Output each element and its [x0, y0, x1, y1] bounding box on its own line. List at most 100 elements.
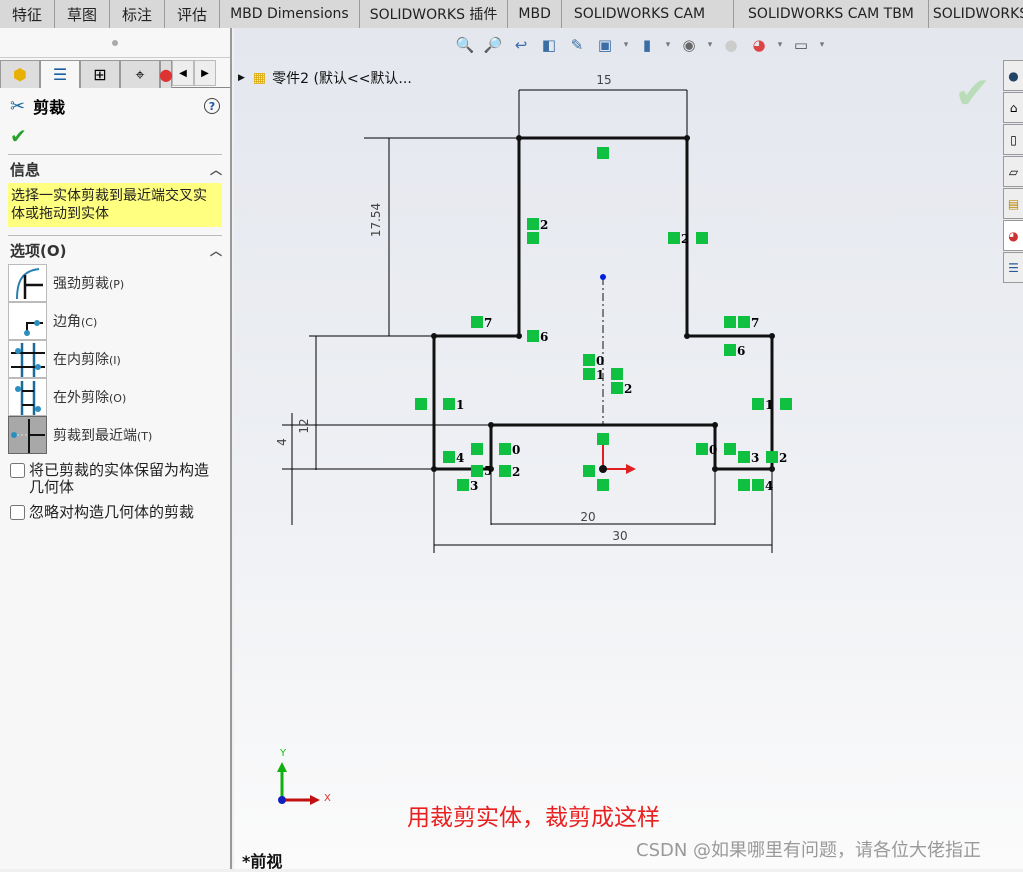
relation-glyph[interactable] [527, 232, 539, 244]
tab-sketch[interactable]: 草图 [55, 0, 111, 28]
relation-glyph[interactable] [696, 443, 708, 455]
relation-glyph[interactable] [583, 354, 595, 366]
relation-glyph[interactable] [696, 232, 708, 244]
relation-glyph[interactable] [471, 443, 483, 455]
keep-trimmed-construction-checkbox[interactable]: 将已剪裁的实体保留为构造几何体 [8, 462, 222, 496]
relation-glyph[interactable] [443, 451, 455, 463]
sketch-canvas[interactable]: 15 17.54 12 4 20 30 2 2 7 6 7 6 0 1 2 1 … [234, 28, 1023, 869]
option-trim-to-closest[interactable]: 剪裁到最近端(T) [8, 416, 222, 454]
relation-label: 3 [470, 479, 478, 493]
tab-evaluate[interactable]: 评估 [165, 0, 221, 28]
relation-label: 0 [596, 354, 604, 368]
relation-glyph[interactable] [738, 479, 750, 491]
sketch-profile[interactable] [432, 136, 774, 471]
relation-label: 4 [765, 479, 773, 493]
relation-glyph[interactable] [738, 451, 750, 463]
dim-top-width[interactable]: 15 [596, 73, 611, 87]
dim-inner-width[interactable]: 20 [580, 510, 595, 524]
feature-manager-tab[interactable]: ⬢ [0, 60, 40, 88]
relation-label: 4 [456, 451, 464, 465]
help-button[interactable]: ? [204, 98, 220, 114]
option-key: (P) [109, 278, 125, 291]
collapse-icon[interactable]: ︿ [210, 161, 222, 178]
checkbox[interactable] [10, 463, 25, 478]
relation-glyph[interactable] [583, 368, 595, 380]
scroll-left-button[interactable]: ◀ [172, 60, 194, 86]
tab-solidworks-cam[interactable]: SOLIDWORKS CAM [561, 0, 735, 28]
property-manager: ⬢ ☰ ⊞ ⌖ ● ◀ ▶ ✂ 剪裁 ? ✔ 信息 ︿ 选择一实体剪裁到最近端交叉… [0, 28, 232, 869]
relation-glyph[interactable] [471, 316, 483, 328]
relation-glyph[interactable] [611, 368, 623, 380]
relation-label: 7 [751, 316, 759, 330]
option-label: 剪裁到最近端 [53, 428, 137, 444]
dimxpert-tab[interactable]: ⌖ [120, 60, 160, 88]
property-manager-tab[interactable]: ☰ [40, 60, 80, 88]
view-name: *前视 [242, 852, 283, 871]
collapse-icon[interactable]: ︿ [210, 242, 222, 259]
relation-glyph[interactable] [724, 316, 736, 328]
arrow-right-icon: ▶ [201, 67, 209, 79]
panel-title: 剪裁 [33, 98, 66, 117]
relation-glyph[interactable] [527, 330, 539, 342]
relation-glyph[interactable] [738, 316, 750, 328]
scroll-right-button[interactable]: ▶ [194, 60, 216, 86]
ignore-construction-checkbox[interactable]: 忽略对构造几何体的剪裁 [8, 504, 222, 521]
dim-mid-height[interactable]: 12 [297, 418, 311, 433]
tab-mbd-dimensions[interactable]: MBD Dimensions [220, 0, 360, 28]
relation-glyph[interactable] [780, 398, 792, 410]
crosshair-icon: ⌖ [135, 64, 145, 84]
tab-solidworks-addins[interactable]: SOLIDWORKS 插件 [359, 0, 509, 28]
checkbox-label: 忽略对构造几何体的剪裁 [29, 503, 195, 521]
relation-glyph[interactable] [597, 433, 609, 445]
tab-markup[interactable]: 标注 [110, 0, 166, 28]
dim-low-height[interactable]: 4 [275, 438, 289, 446]
dimension-lines [282, 89, 773, 553]
dim-upper-height[interactable]: 17.54 [369, 203, 383, 237]
relation-glyph[interactable] [499, 443, 511, 455]
x-axis-label: X [324, 793, 331, 804]
trim-outside-icon [8, 378, 47, 416]
relation-glyph[interactable] [527, 218, 539, 230]
option-trim-away-inside[interactable]: 在内剪除(I) [8, 340, 222, 378]
tab-features[interactable]: 特征 [0, 0, 56, 28]
tab-mbd[interactable]: MBD [508, 0, 562, 28]
list-icon: ☰ [52, 65, 68, 84]
option-power-trim[interactable]: 强劲剪裁(P) [8, 264, 222, 302]
tab-solidworks-cam-tbm[interactable]: SOLIDWORKS CAM TBM [734, 0, 929, 28]
relation-glyph[interactable] [415, 398, 427, 410]
configuration-manager-tab[interactable]: ⊞ [80, 60, 120, 88]
relation-label: 1 [456, 398, 464, 412]
ok-button[interactable]: ✔ [0, 124, 230, 154]
relation-glyph[interactable] [668, 232, 680, 244]
relation-glyph[interactable] [499, 465, 511, 477]
centerline-endpoint[interactable] [600, 274, 606, 280]
relation-glyph[interactable] [724, 443, 736, 455]
option-corner[interactable]: 边角(C) [8, 302, 222, 340]
option-key: (C) [81, 316, 98, 329]
relation-glyph[interactable] [457, 479, 469, 491]
option-label: 边角 [53, 314, 81, 330]
dim-total-width[interactable]: 30 [612, 529, 627, 543]
info-section: 信息 ︿ 选择一实体剪裁到最近端交叉实体或拖动到实体 [8, 154, 222, 227]
relation-glyph[interactable] [611, 382, 623, 394]
relation-glyph[interactable] [597, 479, 609, 491]
checkbox[interactable] [10, 505, 25, 520]
y-axis-label: Y [279, 748, 287, 759]
option-trim-away-outside[interactable]: 在外剪除(O) [8, 378, 222, 416]
relation-glyph[interactable] [752, 479, 764, 491]
graphics-area[interactable]: 🔍 🔎 ↩ ◧ ✎ ▣ ▾ ▮ ▾ ◉ ▾ ● ◕ ▾ ▭ ▾ ▶ ▦ 零件2 (默认<<… [234, 28, 1023, 871]
relation-label: 2 [779, 451, 787, 465]
relation-label: 2 [624, 382, 632, 396]
relation-glyph[interactable] [443, 398, 455, 410]
relation-glyph[interactable] [597, 147, 609, 159]
option-label: 在内剪除 [53, 352, 109, 368]
relation-glyph[interactable] [724, 344, 736, 356]
tab-solidworks-inspection[interactable]: SOLIDWORKS In [928, 0, 1023, 28]
relation-glyph[interactable] [752, 398, 764, 410]
relation-glyph[interactable] [471, 465, 483, 477]
display-manager-tab[interactable]: ● [159, 60, 173, 88]
panel-grip[interactable] [0, 28, 230, 58]
relation-label: 6 [540, 330, 548, 344]
relation-glyph[interactable] [583, 465, 595, 477]
relation-glyph[interactable] [766, 451, 778, 463]
